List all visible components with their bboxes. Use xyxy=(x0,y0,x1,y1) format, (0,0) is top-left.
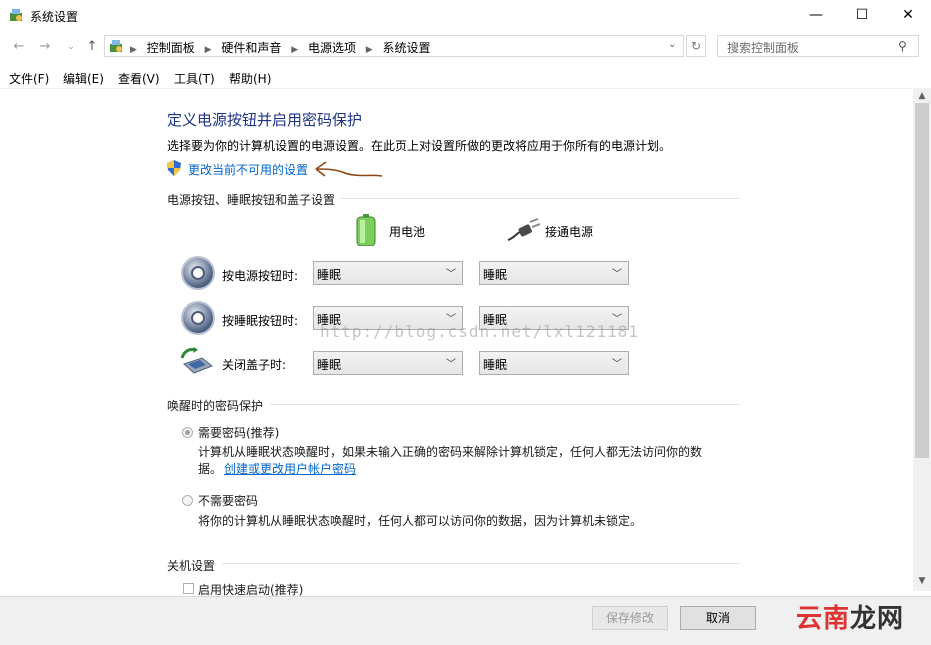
close-lid-battery-select[interactable]: 睡眠 ﹀ xyxy=(313,351,463,375)
select-value: 睡眠 xyxy=(317,268,342,282)
page-title: 定义电源按钮并启用密码保护 xyxy=(167,111,363,129)
password-section-title: 唤醒时的密码保护 xyxy=(167,399,264,413)
divider xyxy=(0,88,931,89)
power-button-ac-select[interactable]: 睡眠 ﹀ xyxy=(479,261,629,285)
breadcrumb: ▶ 控制面板 ▶ 硬件和声音 ▶ 电源选项 ▶ 系统设置 xyxy=(124,39,431,56)
power-section-title: 电源按钮、睡眠按钮和盖子设置 xyxy=(167,193,336,207)
chevron-right-icon[interactable]: ▶ xyxy=(291,45,298,55)
create-password-link[interactable]: 创建或更改用户帐户密码 xyxy=(224,460,356,477)
no-password-radio[interactable] xyxy=(182,495,193,506)
close-button[interactable]: ✕ xyxy=(885,0,931,30)
window-title: 系统设置 xyxy=(30,10,79,24)
laptop-lid-icon xyxy=(180,347,213,374)
scroll-up-icon[interactable]: ▲ xyxy=(915,91,929,101)
no-password-description: 将你的计算机从睡眠状态唤醒时，任何人都可以访问你的数据，因为计算机未锁定。 xyxy=(198,514,643,528)
menu-view[interactable]: 查看(V) xyxy=(118,70,160,87)
fast-startup-clip: 启用快速启动(推荐) xyxy=(198,581,338,596)
require-password-description: 计算机从睡眠状态唤醒时，如果未输入正确的密码来解除计算机锁定，任何人都无法访问你… xyxy=(198,445,703,459)
menu-file[interactable]: 文件(F) xyxy=(9,70,49,87)
change-unavailable-settings-link[interactable]: 更改当前不可用的设置 xyxy=(188,161,308,178)
select-value: 睡眠 xyxy=(483,358,508,372)
chevron-down-icon: ﹀ xyxy=(446,269,456,280)
control-panel-icon xyxy=(10,9,22,21)
chevron-right-icon[interactable]: ▶ xyxy=(205,45,212,55)
search-icon[interactable]: ⚲ xyxy=(898,39,907,53)
cancel-button[interactable]: 取消 xyxy=(680,606,756,630)
menu-edit[interactable]: 编辑(E) xyxy=(63,70,104,87)
require-password-description-cont: 据。 xyxy=(198,462,223,476)
site-logo: 云南龙网 xyxy=(796,598,904,635)
close-lid-label: 关闭盖子时: xyxy=(222,358,287,372)
power-button-label: 按电源按钮时: xyxy=(222,269,299,283)
shield-icon xyxy=(167,160,181,176)
control-panel-icon xyxy=(110,40,122,52)
page-description: 选择要为你的计算机设置的电源设置。在此页上对设置所做的更改将应用于你所有的电源计… xyxy=(167,139,672,153)
chevron-right-icon[interactable]: ▶ xyxy=(366,45,373,55)
minimize-button[interactable]: — xyxy=(793,0,839,30)
fast-startup-label: 启用快速启动(推荐) xyxy=(198,583,304,596)
scroll-down-icon[interactable]: ▼ xyxy=(915,576,929,586)
logo-text-red: 云南 xyxy=(796,604,851,634)
chevron-right-icon: ▶ xyxy=(130,45,137,55)
no-password-label: 不需要密码 xyxy=(198,494,259,508)
divider xyxy=(340,198,740,199)
logo-text-dark: 龙网 xyxy=(850,604,905,634)
shutdown-section-title: 关机设置 xyxy=(167,559,216,573)
battery-icon xyxy=(356,214,376,246)
chevron-down-icon: ﹀ xyxy=(612,359,622,370)
title-bar xyxy=(0,0,931,30)
refresh-icon[interactable]: ↻ xyxy=(686,35,706,57)
divider xyxy=(270,404,740,405)
annotation-arrow xyxy=(315,161,383,177)
power-button-icon xyxy=(183,258,213,288)
power-plug-icon xyxy=(507,218,540,241)
column-on-battery: 用电池 xyxy=(389,225,426,239)
divider xyxy=(222,563,740,564)
up-arrow-icon[interactable]: ↑ xyxy=(83,38,101,56)
require-password-label: 需要密码(推荐) xyxy=(198,426,280,440)
sleep-button-icon xyxy=(183,303,213,333)
recent-dropdown-icon[interactable]: ⌄ xyxy=(62,38,80,56)
breadcrumb-hardware-sound[interactable]: 硬件和声音 xyxy=(221,41,281,55)
select-value: 睡眠 xyxy=(317,358,342,372)
search-placeholder: 搜索控制面板 xyxy=(727,41,800,55)
save-changes-button[interactable]: 保存修改 xyxy=(592,606,668,630)
menu-help[interactable]: 帮助(H) xyxy=(229,70,271,87)
chevron-down-icon: ﹀ xyxy=(446,359,456,370)
footer-bar xyxy=(0,597,931,645)
chevron-down-icon: ﹀ xyxy=(612,269,622,280)
close-lid-ac-select[interactable]: 睡眠 ﹀ xyxy=(479,351,629,375)
breadcrumb-control-panel[interactable]: 控制面板 xyxy=(147,41,195,55)
scrollbar-thumb[interactable] xyxy=(915,103,929,458)
column-plugged-in: 接通电源 xyxy=(545,225,594,239)
breadcrumb-system-settings[interactable]: 系统设置 xyxy=(383,41,431,55)
select-value: 睡眠 xyxy=(483,268,508,282)
maximize-button[interactable]: ☐ xyxy=(839,0,885,30)
breadcrumb-power-options[interactable]: 电源选项 xyxy=(308,41,356,55)
back-arrow-icon[interactable]: ← xyxy=(10,38,28,56)
forward-arrow-icon[interactable]: → xyxy=(36,38,54,56)
require-password-radio[interactable] xyxy=(182,427,193,438)
address-dropdown-icon[interactable]: ⌄ xyxy=(668,39,676,50)
sleep-button-label: 按睡眠按钮时: xyxy=(222,314,299,328)
power-button-battery-select[interactable]: 睡眠 ﹀ xyxy=(313,261,463,285)
fast-startup-checkbox[interactable] xyxy=(183,583,194,594)
url-watermark: http://blog.csdn.net/lxl121181 xyxy=(320,322,639,341)
menu-tools[interactable]: 工具(T) xyxy=(174,70,215,87)
